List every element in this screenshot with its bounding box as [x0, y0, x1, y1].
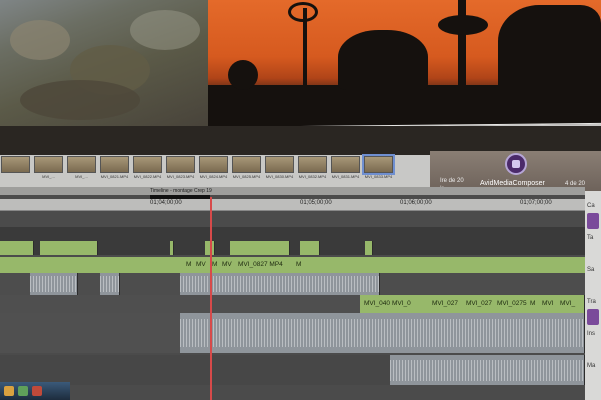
playhead[interactable]: [210, 197, 212, 400]
clip-label: MVI_040: [364, 300, 391, 307]
bin-clip-thumbnail[interactable]: MVI_0825.MP4: [231, 155, 262, 187]
clip-label: MVI: [542, 300, 554, 307]
clip-thumbnail-image: [100, 156, 129, 173]
project-icon[interactable]: [587, 213, 599, 229]
clip-label: MV: [222, 261, 232, 268]
clip-thumbnail-image: [1, 156, 30, 173]
bin-thumbnail-strip: MVI_... MVI_... MVI_0821.MP4 MVI_0822.MP4 MV…: [0, 154, 430, 187]
clip-label: MVI_0275: [497, 300, 527, 307]
clip-label: MVI_0827 MP4: [238, 261, 283, 268]
clip-thumbnail-label: MVI_0822.MP4: [133, 174, 162, 179]
video-clip[interactable]: [230, 241, 290, 255]
video-clip[interactable]: [365, 241, 373, 255]
track-a2: [0, 313, 585, 353]
project-item[interactable]: Tra: [587, 299, 596, 305]
timeline-toolbar: Timeline - montage Crep 19: [0, 187, 585, 195]
track-v1: M MV M MV MVI_0827 MP4 M: [0, 257, 585, 273]
clip-label: MVI_0: [392, 300, 411, 307]
clip-thumbnail-label: MVI_0825.MP4: [232, 174, 261, 179]
viewer-title: Ire de 20: [440, 178, 464, 184]
bin-clip-thumbnail[interactable]: [0, 155, 31, 187]
track-a1: [0, 273, 585, 295]
timecode-ruler[interactable]: 01;04;00;00 01;05;00;00 01;06;00;00 01;0…: [0, 199, 585, 211]
bin-clip-thumbnail[interactable]: MVI_...: [33, 155, 64, 187]
timecode-label: 01;04;00;00: [150, 200, 182, 206]
brush-photo: [0, 0, 210, 126]
audio-clip[interactable]: [180, 313, 585, 353]
dock-app-icon[interactable]: [18, 386, 28, 396]
clip-label: MVI_: [560, 300, 576, 307]
bin-clip-thumbnail[interactable]: MVI_0824.MP4: [198, 155, 229, 187]
dock: [0, 382, 70, 400]
audio-clip[interactable]: [100, 273, 120, 295]
project-item[interactable]: Ma: [587, 363, 595, 369]
project-panel: Ca Ta Sa Tra Ins Ma: [585, 191, 601, 400]
avid-logo-icon: [505, 153, 527, 175]
audio-clip[interactable]: [390, 355, 585, 385]
sequence-name: Timeline - montage Crep 19: [150, 188, 212, 194]
clip-thumbnail-image: [298, 156, 327, 173]
video-clip[interactable]: [40, 241, 98, 255]
bin-clip-thumbnail[interactable]: MVI_0832.MP4: [297, 155, 328, 187]
audio-clip[interactable]: [30, 273, 78, 295]
bin-clip-thumbnail[interactable]: MVI_0833.MP4: [362, 154, 395, 187]
track-v2: [0, 241, 585, 255]
clip-thumbnail-image: [166, 156, 195, 173]
bin-clip-thumbnail[interactable]: MVI_0830.MP4: [264, 155, 295, 187]
track-v3: [0, 227, 585, 241]
project-item[interactable]: Ta: [587, 235, 593, 241]
clip-thumbnail-label: MVI_0832.MP4: [298, 174, 327, 179]
clip-thumbnail-label: MVI_0831.MP4: [331, 174, 360, 179]
timecode-label: 01;05;00;00: [300, 200, 332, 206]
clip-label: MVI_027: [432, 300, 459, 307]
bin-clip-thumbnail[interactable]: MVI_0823.MP4: [165, 155, 196, 187]
video-clip[interactable]: [300, 241, 320, 255]
clip-thumbnail-image: [67, 156, 96, 173]
clip-thumbnail-image: [133, 156, 162, 173]
clip-thumbnail-image: [232, 156, 261, 173]
clip-label: M: [186, 261, 192, 268]
timecode-label: 01;07;00;00: [520, 200, 552, 206]
clip-thumbnail-label: MVI_0821.MP4: [100, 174, 129, 179]
clip-thumbnail-image: [199, 156, 228, 173]
clip-label: MVI_027: [466, 300, 493, 307]
video-clip[interactable]: [0, 241, 34, 255]
monitor-top: [0, 0, 601, 126]
clip-thumbnail-image: [265, 156, 294, 173]
clip-thumbnail-label: MVI_0824.MP4: [199, 174, 228, 179]
timecode-label: 01;06;00;00: [400, 200, 432, 206]
track-v1b: MVI_040 MVI_0 MVI_027 MVI_027 MVI_0275 M…: [0, 295, 585, 313]
clip-thumbnail-image: [34, 156, 63, 173]
clip-thumbnail-label: MVI_0833.MP4: [364, 174, 393, 179]
project-icon[interactable]: [587, 309, 599, 325]
timeline-panel[interactable]: Timeline - montage Crep 19 01;04;00;00 0…: [0, 187, 585, 400]
sunset-photo: [208, 0, 601, 126]
app-name-label: AvidMediaComposer: [480, 180, 545, 187]
clip-thumbnail-image: [331, 156, 360, 173]
bin-clip-thumbnail[interactable]: MVI_0821.MP4: [99, 155, 130, 187]
clip-label: M: [296, 261, 302, 268]
clip-thumbnail-label: MVI_0823.MP4: [166, 174, 195, 179]
project-item[interactable]: Ins: [587, 331, 595, 337]
project-item[interactable]: Sa: [587, 267, 594, 273]
bin-clip-thumbnail[interactable]: MVI_...: [66, 155, 97, 187]
clip-label: M: [530, 300, 536, 307]
clip-thumbnail-label: MVI_...: [42, 174, 55, 179]
clip-thumbnail-label: MVI_0830.MP4: [265, 174, 294, 179]
track-a3: [0, 355, 585, 385]
dock-app-icon[interactable]: [32, 386, 42, 396]
clip-thumbnail-label: MVI_...: [75, 174, 88, 179]
project-item[interactable]: Ca: [587, 203, 595, 209]
bin-clip-thumbnail[interactable]: MVI_0822.MP4: [132, 155, 163, 187]
video-clip[interactable]: [170, 241, 174, 255]
clip-label: MV: [196, 261, 206, 268]
dock-app-icon[interactable]: [4, 386, 14, 396]
clip-label: M: [212, 261, 218, 268]
bin-clip-thumbnail[interactable]: MVI_0831.MP4: [330, 155, 361, 187]
clip-thumbnail-image: [362, 154, 395, 175]
